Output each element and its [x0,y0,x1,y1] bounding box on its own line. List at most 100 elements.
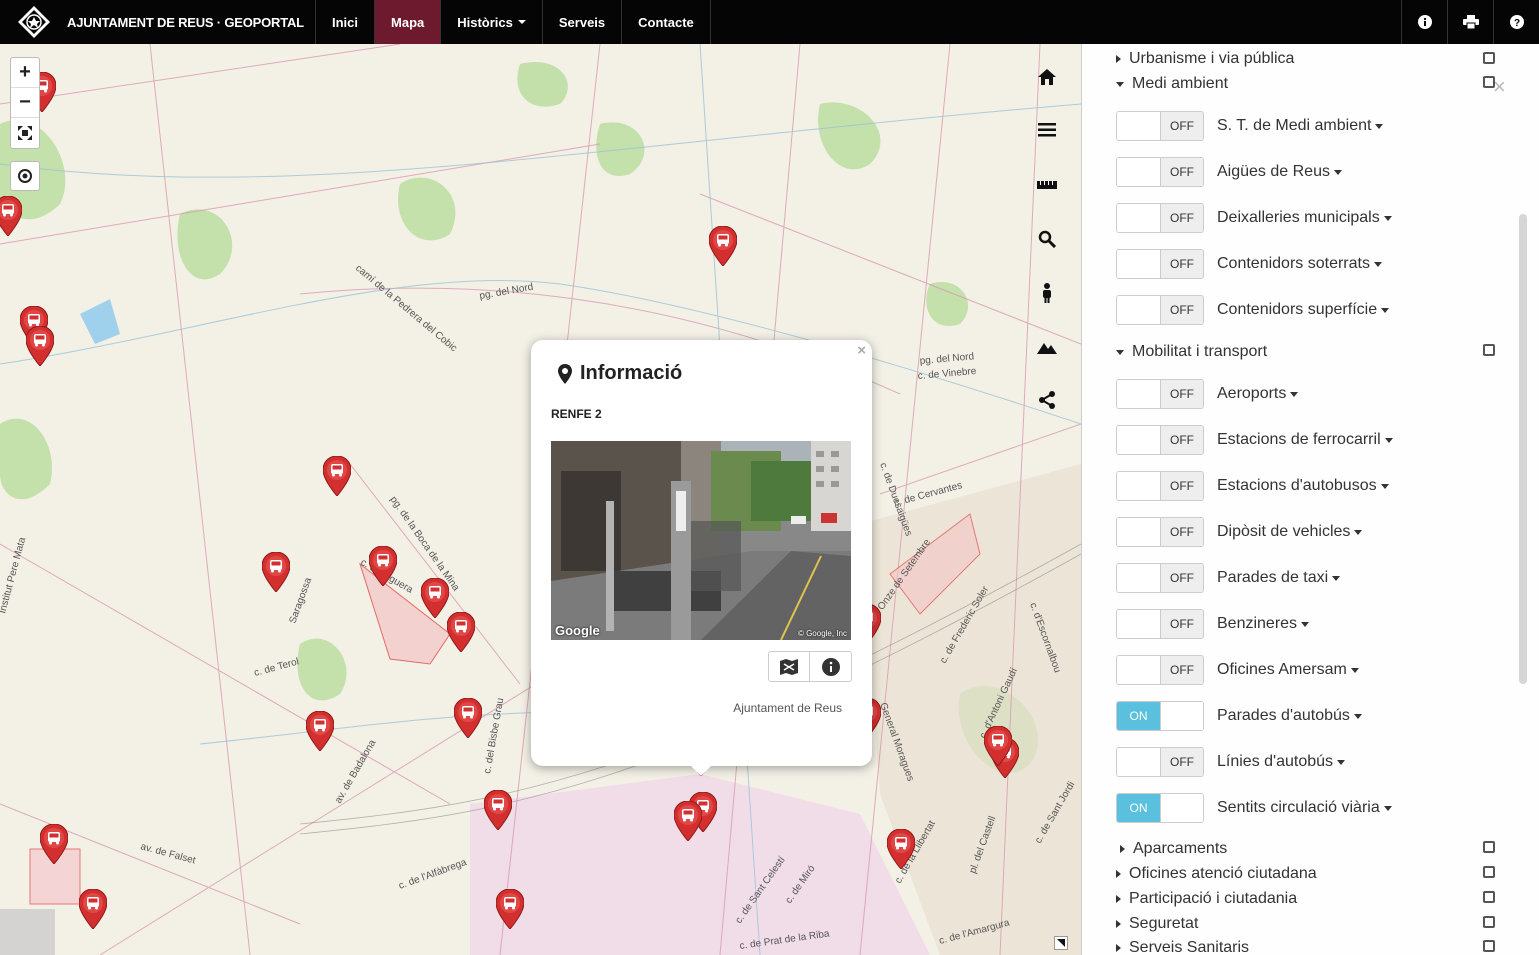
info-button[interactable] [810,651,852,682]
collapse-arrow-icon[interactable] [1054,936,1068,950]
layers-menu-icon[interactable] [1034,117,1060,143]
layer-toggle[interactable]: OFF [1116,203,1204,233]
layer-toggle[interactable]: OFF [1116,111,1204,141]
section-checkbox[interactable] [1483,76,1495,88]
bus-stop-marker-icon[interactable] [708,225,738,267]
section-checkbox[interactable] [1483,916,1495,928]
terrain-icon[interactable] [1034,334,1060,360]
bus-stop-marker-icon[interactable] [368,545,398,587]
layer-name: S. T. de Medi ambient [1217,117,1372,134]
section-sanitaris[interactable]: Serveis Sanitaris [1116,939,1249,955]
layer-label[interactable]: Estacions d'autobusos [1217,477,1389,495]
bus-stop-marker-icon[interactable] [673,800,703,842]
section-seguretat[interactable]: Seguretat [1116,915,1198,933]
bus-stop-marker-icon[interactable] [495,888,525,930]
layer-toggle[interactable]: OFF [1116,609,1204,639]
street-view-photo[interactable]: Google © Google, Inc [551,441,851,640]
section-label: Medi ambient [1132,75,1229,92]
bus-stop-marker-icon[interactable] [446,611,476,653]
search-icon[interactable] [1034,226,1060,252]
layer-label[interactable]: Contenidors soterrats [1217,255,1382,273]
section-label: Serveis Sanitaris [1129,939,1250,955]
layer-label[interactable]: Aeroports [1217,385,1299,403]
fullscreen-button[interactable] [11,118,39,148]
section-participacio[interactable]: Participació i ciutadania [1116,890,1297,908]
nav-mapa[interactable]: Mapa [375,0,442,44]
section-oficines[interactable]: Oficines atenció ciutadana [1116,865,1317,883]
map-view-button[interactable] [768,651,810,682]
bus-stop-marker-icon[interactable] [886,828,916,870]
layer-row: OFF Línies d'autobús [1116,746,1346,778]
section-checkbox[interactable] [1483,891,1495,903]
nav-historics[interactable]: Històrics [441,0,543,44]
locate-button[interactable] [10,161,40,191]
section-checkbox[interactable] [1483,940,1495,952]
zoom-in-button[interactable]: + [11,58,39,88]
brand[interactable]: AJUNTAMENT DE REUS · GEOPORTAL [0,0,316,44]
layer-label[interactable]: S. T. de Medi ambient [1217,117,1384,135]
layer-toggle[interactable]: OFF [1116,563,1204,593]
section-checkbox[interactable] [1483,52,1495,64]
layer-label[interactable]: Benzineres [1217,615,1310,633]
layer-toggle[interactable]: OFF [1116,517,1204,547]
section-mobilitat[interactable]: Mobilitat i transport [1116,343,1267,361]
toggle-state: OFF [1159,426,1203,454]
section-checkbox[interactable] [1483,841,1495,853]
nav-contacte[interactable]: Contacte [622,0,711,44]
section-aparcaments[interactable]: Aparcaments [1120,840,1227,858]
layer-label[interactable]: Oficines Amersam [1217,661,1359,679]
layer-toggle[interactable]: OFF [1116,249,1204,279]
layer-toggle[interactable]: OFF [1116,471,1204,501]
zoom-out-button[interactable]: − [11,88,39,118]
layer-toggle[interactable]: ON [1116,701,1204,731]
nav-inici[interactable]: Inici [316,0,376,44]
layer-label[interactable]: Contenidors superfície [1217,301,1390,319]
section-checkbox[interactable] [1483,866,1495,878]
info-icon[interactable] [1401,0,1447,44]
bus-stop-marker-icon[interactable] [0,195,23,237]
layer-label[interactable]: Deixalleries municipals [1217,209,1392,227]
bus-stop-marker-icon[interactable] [305,710,335,752]
layer-label[interactable]: Línies d'autobús [1217,753,1346,771]
layer-toggle[interactable]: OFF [1116,747,1204,777]
street-view-icon[interactable] [1034,280,1060,306]
bus-stop-marker-icon[interactable] [983,725,1013,767]
layer-label[interactable]: Aigües de Reus [1217,163,1342,181]
ruler-icon[interactable] [1034,172,1060,198]
share-icon[interactable] [1034,387,1060,413]
toggle-state: OFF [1159,204,1203,232]
toggle-state: OFF [1159,158,1203,186]
layer-toggle[interactable]: OFF [1116,379,1204,409]
layer-label[interactable]: Parades de taxi [1217,569,1341,587]
bus-stop-marker-icon[interactable] [322,455,352,497]
section-urbanisme[interactable]: Urbanisme i via pública [1116,50,1294,68]
layer-label[interactable]: Parades d'autobús [1217,707,1362,725]
section-checkbox[interactable] [1483,344,1495,356]
section-medi-ambient[interactable]: Medi ambient [1116,75,1228,93]
help-icon[interactable]: ? [1493,0,1539,44]
layer-toggle[interactable]: OFF [1116,295,1204,325]
toggle-state: OFF [1159,380,1203,408]
layer-toggle[interactable]: OFF [1116,655,1204,685]
bus-stop-marker-icon[interactable] [420,577,450,619]
bus-stop-marker-icon[interactable] [78,888,108,930]
caret-down-icon [1116,81,1124,87]
nav-serveis[interactable]: Serveis [543,0,623,44]
toggle-state: OFF [1159,564,1203,592]
bus-stop-marker-icon[interactable] [261,551,291,593]
popup-close-button[interactable]: × [857,342,866,359]
bus-stop-marker-icon[interactable] [25,325,55,367]
layer-label[interactable]: Sentits circulació viària [1217,799,1392,817]
layer-toggle[interactable]: OFF [1116,157,1204,187]
layer-label[interactable]: Estacions de ferrocarril [1217,431,1393,449]
print-icon[interactable] [1447,0,1493,44]
panel-scrollbar[interactable] [1519,214,1527,684]
bus-stop-marker-icon[interactable] [453,697,483,739]
bus-stop-marker-icon[interactable] [483,789,513,831]
layer-toggle[interactable]: ON [1116,793,1204,823]
layer-name: Contenidors soterrats [1217,255,1370,272]
bus-stop-marker-icon[interactable] [39,823,69,865]
home-icon[interactable] [1034,64,1060,90]
layer-toggle[interactable]: OFF [1116,425,1204,455]
layer-label[interactable]: Dipòsit de vehicles [1217,523,1363,541]
